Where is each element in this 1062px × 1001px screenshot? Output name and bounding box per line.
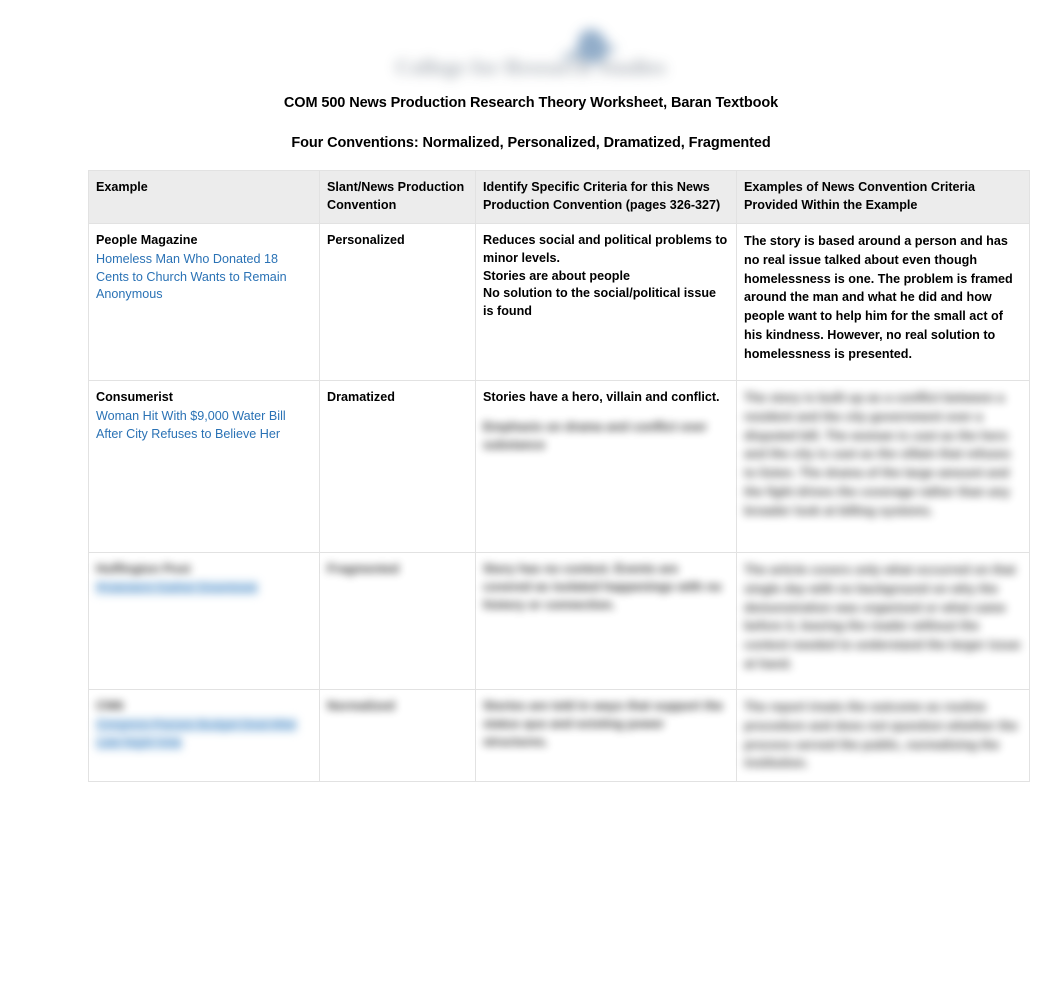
column-header-example: Example: [88, 170, 320, 224]
column-header-criteria: Identify Specific Criteria for this News…: [475, 170, 737, 224]
cell-example: Consumerist Woman Hit With $9,000 Water …: [88, 379, 320, 553]
table-row: People Magazine Homeless Man Who Donated…: [88, 222, 1030, 381]
worksheet-table: Example Slant/News Production Convention…: [88, 170, 1030, 783]
cell-slant: Dramatized: [319, 379, 476, 553]
example-source-label: People Magazine: [96, 232, 198, 247]
example-source-label-redacted: Huffington Post: [96, 561, 191, 576]
column-header-slant: Slant/News Production Convention: [319, 170, 476, 224]
examples-text-redacted: The story is built up as a conflict betw…: [744, 390, 1011, 519]
table-header-row: Example Slant/News Production Convention…: [88, 170, 1030, 224]
table-row: Huffington Post Protesters Gather Downto…: [88, 551, 1030, 690]
table-row: Consumerist Woman Hit With $9,000 Water …: [88, 379, 1030, 553]
cell-criteria: Stories have a hero, villain and conflic…: [475, 379, 737, 553]
examples-text: The story is based around a person and h…: [744, 233, 1013, 362]
cell-slant: Normalized: [319, 688, 476, 783]
slant-label: Personalized: [327, 232, 405, 247]
example-headline-link-redacted[interactable]: Congress Passes Budget Deal After Late N…: [96, 717, 311, 753]
cell-slant: Fragmented: [319, 551, 476, 690]
cell-example: People Magazine Homeless Man Who Donated…: [88, 222, 320, 381]
logo-graphic: College for Research Studies: [381, 25, 681, 89]
table-header: Example Slant/News Production Convention…: [88, 170, 1030, 224]
slant-label-redacted: Fragmented: [327, 561, 400, 576]
example-headline-link[interactable]: Woman Hit With $9,000 Water Bill After C…: [96, 408, 311, 444]
table-row: CNN Congress Passes Budget Deal After La…: [88, 688, 1030, 783]
page-subtitle: Four Conventions: Normalized, Personaliz…: [291, 135, 771, 151]
table-body: People Magazine Homeless Man Who Donated…: [88, 222, 1030, 783]
cell-example: Huffington Post Protesters Gather Downto…: [88, 551, 320, 690]
cell-example: CNN Congress Passes Budget Deal After La…: [88, 688, 320, 783]
example-headline-link[interactable]: Homeless Man Who Donated 18 Cents to Chu…: [96, 251, 311, 305]
criteria-text-redacted: Story has no context. Events are covered…: [483, 561, 722, 612]
cell-slant: Personalized: [319, 222, 476, 381]
document-logo: College for Research Studies: [0, 25, 1062, 92]
slant-label-redacted: Normalized: [327, 698, 395, 713]
examples-text-redacted: The article covers only what occurred on…: [744, 562, 1021, 672]
cell-criteria: Stories are told in ways that support th…: [475, 688, 737, 783]
criteria-text: Reduces social and political problems to…: [483, 232, 728, 319]
criteria-text-redacted: Emphasis on drama and conflict over subs…: [483, 419, 707, 452]
slant-label: Dramatized: [327, 389, 395, 404]
logo-wordmark: College for Research Studies: [395, 55, 667, 79]
cell-criteria: Story has no context. Events are covered…: [475, 551, 737, 690]
examples-text-redacted: The report treats the outcome as routine…: [744, 699, 1018, 771]
example-source-label: Consumerist: [96, 389, 173, 404]
cell-examples: The story is based around a person and h…: [736, 222, 1030, 381]
example-source-label-redacted: CNN: [96, 698, 124, 713]
example-headline-link-redacted[interactable]: Protesters Gather Downtown: [96, 580, 311, 598]
page-title: COM 500 News Production Research Theory …: [283, 95, 779, 111]
criteria-text-redacted: Stories are told in ways that support th…: [483, 698, 724, 749]
cell-examples: The report treats the outcome as routine…: [736, 688, 1030, 783]
cell-criteria: Reduces social and political problems to…: [475, 222, 737, 381]
cell-examples: The article covers only what occurred on…: [736, 551, 1030, 690]
criteria-text: Stories have a hero, villain and conflic…: [483, 389, 720, 404]
column-header-examples: Examples of News Convention Criteria Pro…: [736, 170, 1030, 224]
cell-examples: The story is built up as a conflict betw…: [736, 379, 1030, 553]
